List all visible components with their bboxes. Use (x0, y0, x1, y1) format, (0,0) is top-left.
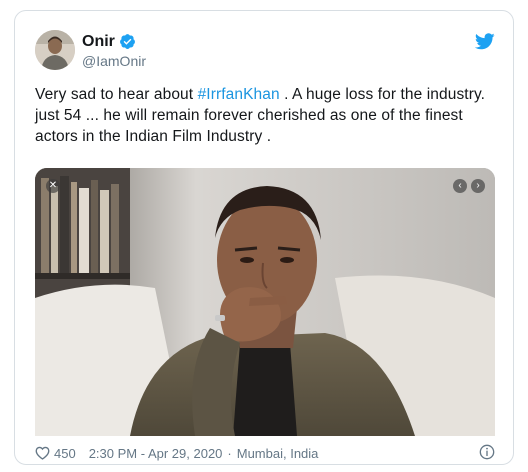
chevron-left-icon[interactable]: ‹ (453, 179, 467, 193)
tweet-text-before: Very sad to hear about (35, 86, 198, 103)
tweet-text: Very sad to hear about #IrrfanKhan . A h… (35, 84, 495, 147)
tweet-footer: 450 2:30 PM - Apr 29, 2020 · Mumbai, Ind… (35, 443, 495, 463)
user-handle[interactable]: @IamOnir (82, 53, 146, 69)
tweet-location[interactable]: Mumbai, India (237, 446, 319, 461)
like-button[interactable]: 450 (35, 446, 76, 461)
tweet-media-photo[interactable]: ✕ ‹ › (35, 168, 495, 436)
close-carousel-icon[interactable]: ✕ (46, 179, 60, 193)
tweet-card[interactable]: Onir @IamOnir Very sad to hear about #Ir… (14, 10, 514, 465)
twitter-bird-icon[interactable] (474, 33, 495, 50)
info-icon[interactable] (479, 444, 495, 460)
verified-badge-icon (119, 33, 136, 50)
display-name[interactable]: Onir (82, 33, 115, 51)
user-block: Onir @IamOnir (82, 32, 146, 70)
avatar[interactable] (35, 30, 75, 70)
chevron-right-icon[interactable]: › (471, 179, 485, 193)
hashtag-link[interactable]: #IrrfanKhan (198, 86, 280, 103)
tweet-timestamp[interactable]: 2:30 PM - Apr 29, 2020 (89, 446, 223, 461)
like-count: 450 (54, 445, 76, 461)
separator-dot: · (227, 445, 232, 461)
heart-icon[interactable] (35, 446, 50, 460)
tweet-header: Onir @IamOnir (35, 30, 495, 74)
